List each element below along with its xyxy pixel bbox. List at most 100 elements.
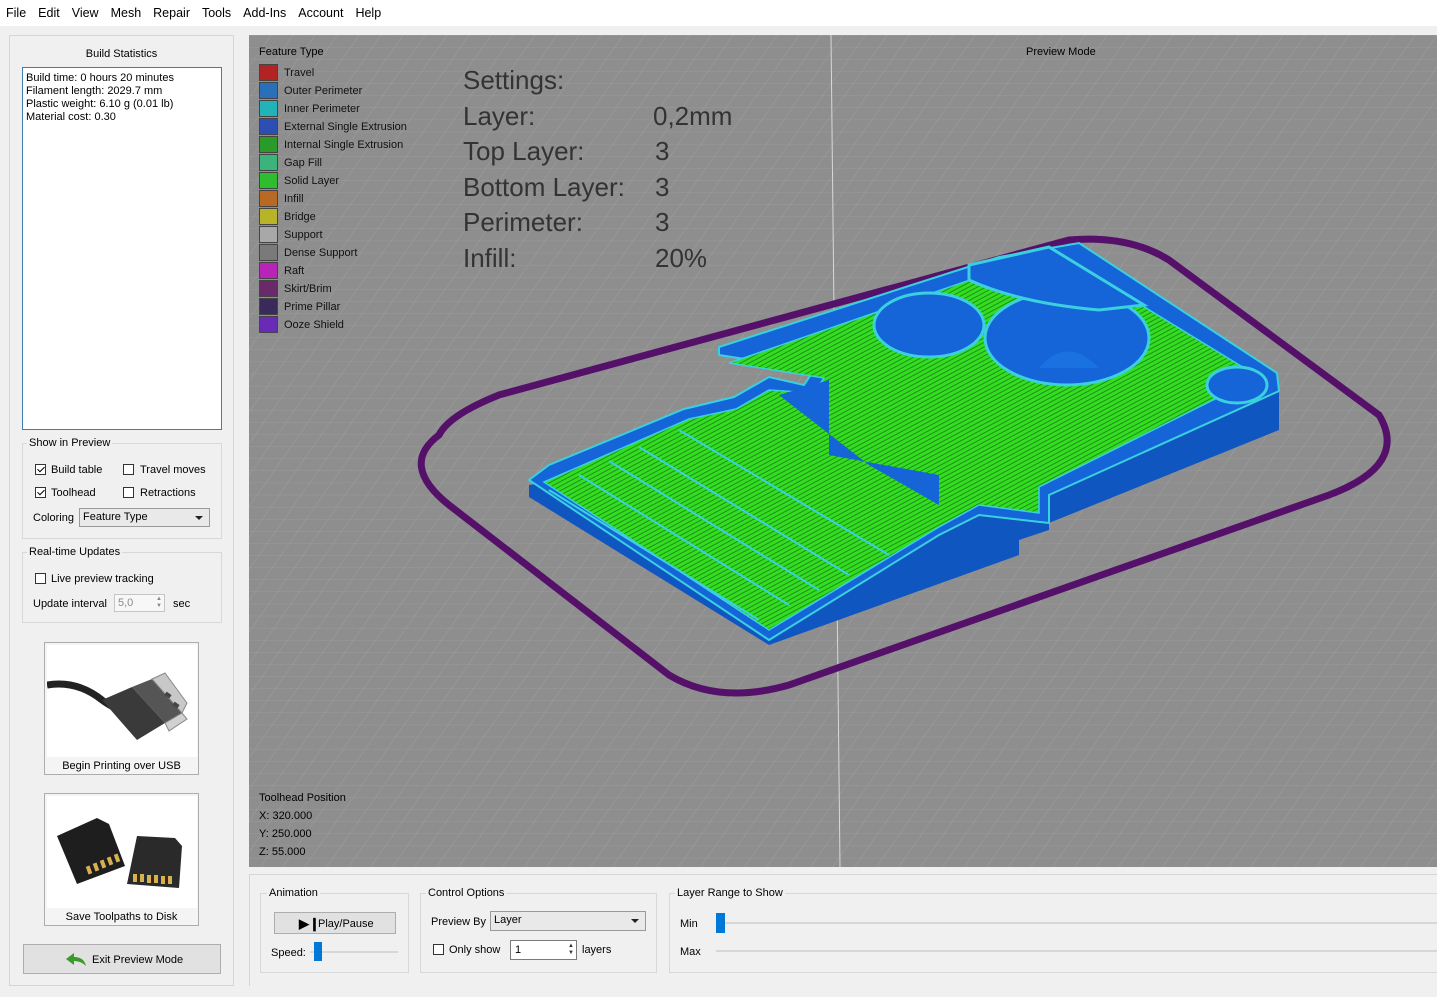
menu-view[interactable]: View <box>66 0 105 27</box>
menu-bar: File Edit View Mesh Repair Tools Add-Ins Accoun… <box>0 0 1437 26</box>
only-show-label: Only show <box>449 944 501 956</box>
min-layer-slider-track[interactable] <box>716 922 1437 924</box>
update-interval-unit: sec <box>173 598 191 610</box>
only-show-checkbox[interactable] <box>433 944 444 955</box>
sd-card-icon <box>47 796 197 908</box>
preview-by-value: Layer <box>494 914 522 926</box>
live-preview-checkbox[interactable] <box>35 573 46 584</box>
legend-swatch <box>259 244 278 261</box>
coloring-dropdown[interactable]: Feature Type <box>79 508 210 527</box>
spinner-arrows-icon: ▲ ▼ <box>568 943 574 956</box>
update-interval-spinner[interactable]: 5,0 ▲ ▼ <box>114 594 165 612</box>
save-toolpaths-button[interactable]: Save Toolpaths to Disk <box>44 793 199 926</box>
settings-label: Top Layer: <box>463 136 585 167</box>
layers-unit: layers <box>582 944 612 956</box>
legend-swatch <box>259 280 278 297</box>
settings-value: 3 <box>655 171 670 202</box>
legend-swatch <box>259 226 278 243</box>
legend-swatch <box>259 100 278 117</box>
legend-swatch <box>259 82 278 99</box>
legend-swatch <box>259 316 278 333</box>
menu-add-ins[interactable]: Add-Ins <box>237 0 292 27</box>
legend-swatch <box>259 136 278 153</box>
preview-by-label: Preview By <box>431 916 487 928</box>
control-options-group <box>420 893 657 973</box>
feature-type-legend: Travel Outer Perimeter Inner Perimeter Exte… <box>249 64 449 336</box>
legend-label: Solid Layer <box>284 175 340 187</box>
settings-label: Settings: <box>463 65 565 95</box>
menu-edit[interactable]: Edit <box>32 0 66 27</box>
layers-spinner[interactable]: 1 ▲ ▼ <box>510 940 577 960</box>
menu-mesh[interactable]: Mesh <box>105 0 148 27</box>
settings-label: Perimeter: <box>463 207 583 238</box>
build-table-label: Build table <box>51 464 103 476</box>
animation-title: Animation <box>267 887 320 899</box>
coloring-label: Coloring <box>33 512 74 524</box>
legend-swatch <box>259 172 278 189</box>
exit-preview-button[interactable]: Exit Preview Mode <box>23 944 221 974</box>
update-interval-label: Update interval <box>33 598 107 610</box>
menu-account[interactable]: Account <box>292 0 349 27</box>
menu-help[interactable]: Help <box>349 0 387 27</box>
stat-filament-length: Filament length: 2029.7 mm <box>26 85 163 97</box>
play-pause-icon: ▶❙ <box>299 916 320 931</box>
layer-range-title: Layer Range to Show <box>675 887 785 899</box>
preview-mode-label: Preview Mode <box>1026 46 1096 58</box>
back-arrow-icon <box>66 953 86 966</box>
play-pause-button[interactable]: ▶❙ Play/Pause <box>274 912 396 934</box>
legend-label: Internal Single Extrusion <box>284 139 404 151</box>
toolhead-label: Toolhead <box>51 487 96 499</box>
legend-label: Support <box>284 229 323 241</box>
show-in-preview-title: Show in Preview <box>27 437 113 449</box>
legend-label: Dense Support <box>284 247 358 259</box>
max-label: Max <box>680 946 701 958</box>
legend-swatch <box>259 208 278 225</box>
legend-swatch <box>259 154 278 171</box>
begin-printing-usb-button[interactable]: Begin Printing over USB <box>44 642 199 775</box>
legend-swatch <box>259 262 278 279</box>
speed-slider-thumb[interactable] <box>314 942 323 961</box>
settings-overlay: Settings: Layer: 0,2mm Top Layer: 3 Bottom La… <box>463 65 783 285</box>
menu-tools[interactable]: Tools <box>196 0 237 27</box>
speed-slider-track[interactable] <box>310 951 398 953</box>
realtime-title: Real-time Updates <box>27 546 123 558</box>
menu-repair[interactable]: Repair <box>147 0 196 27</box>
min-label: Min <box>680 918 698 930</box>
settings-value: 3 <box>655 136 670 167</box>
live-preview-label: Live preview tracking <box>51 573 154 585</box>
update-interval-value: 5,0 <box>118 597 134 609</box>
min-layer-slider-thumb[interactable] <box>716 913 725 933</box>
coloring-value: Feature Type <box>83 511 148 523</box>
legend-swatch <box>259 190 278 207</box>
stat-material-cost: Material cost: 0.30 <box>26 111 116 123</box>
legend-label: External Single Extrusion <box>284 121 407 133</box>
toolhead-checkbox[interactable] <box>35 487 46 498</box>
build-stats-textbox[interactable]: Build time: 0 hours 20 minutes Filament … <box>22 67 222 430</box>
usb-cable-icon <box>47 645 197 757</box>
retractions-label: Retractions <box>140 487 196 499</box>
preview-by-dropdown[interactable]: Layer <box>490 911 646 931</box>
legend-label: Inner Perimeter <box>284 103 360 115</box>
settings-value: 3 <box>655 207 670 238</box>
preview-viewport[interactable]: Feature Type Travel Outer Perimeter Inner … <box>249 35 1437 867</box>
max-layer-slider-track[interactable] <box>716 950 1437 952</box>
build-stats-title: Build Statistics <box>85 48 158 60</box>
legend-swatch <box>259 64 278 81</box>
legend-label: Gap Fill <box>284 157 322 169</box>
stat-plastic-weight: Plastic weight: 6.10 g (0.01 lb) <box>26 98 174 110</box>
legend-title: Feature Type <box>259 46 324 58</box>
toolhead-x: X: 320.000 <box>259 810 313 822</box>
toolhead-z: Z: 55.000 <box>259 846 306 858</box>
travel-moves-checkbox[interactable] <box>123 464 134 475</box>
build-table-checkbox[interactable] <box>35 464 46 475</box>
stat-build-time: Build time: 0 hours 20 minutes <box>26 72 174 84</box>
toolhead-y: Y: 250.000 <box>259 828 312 840</box>
retractions-checkbox[interactable] <box>123 487 134 498</box>
layers-value: 1 <box>515 944 522 956</box>
usb-button-label: Begin Printing over USB <box>62 760 181 772</box>
disk-button-label: Save Toolpaths to Disk <box>65 911 178 923</box>
realtime-group <box>22 552 222 623</box>
legend-label: Infill <box>284 193 304 205</box>
chevron-down-icon <box>631 919 639 923</box>
menu-file[interactable]: File <box>0 0 32 27</box>
